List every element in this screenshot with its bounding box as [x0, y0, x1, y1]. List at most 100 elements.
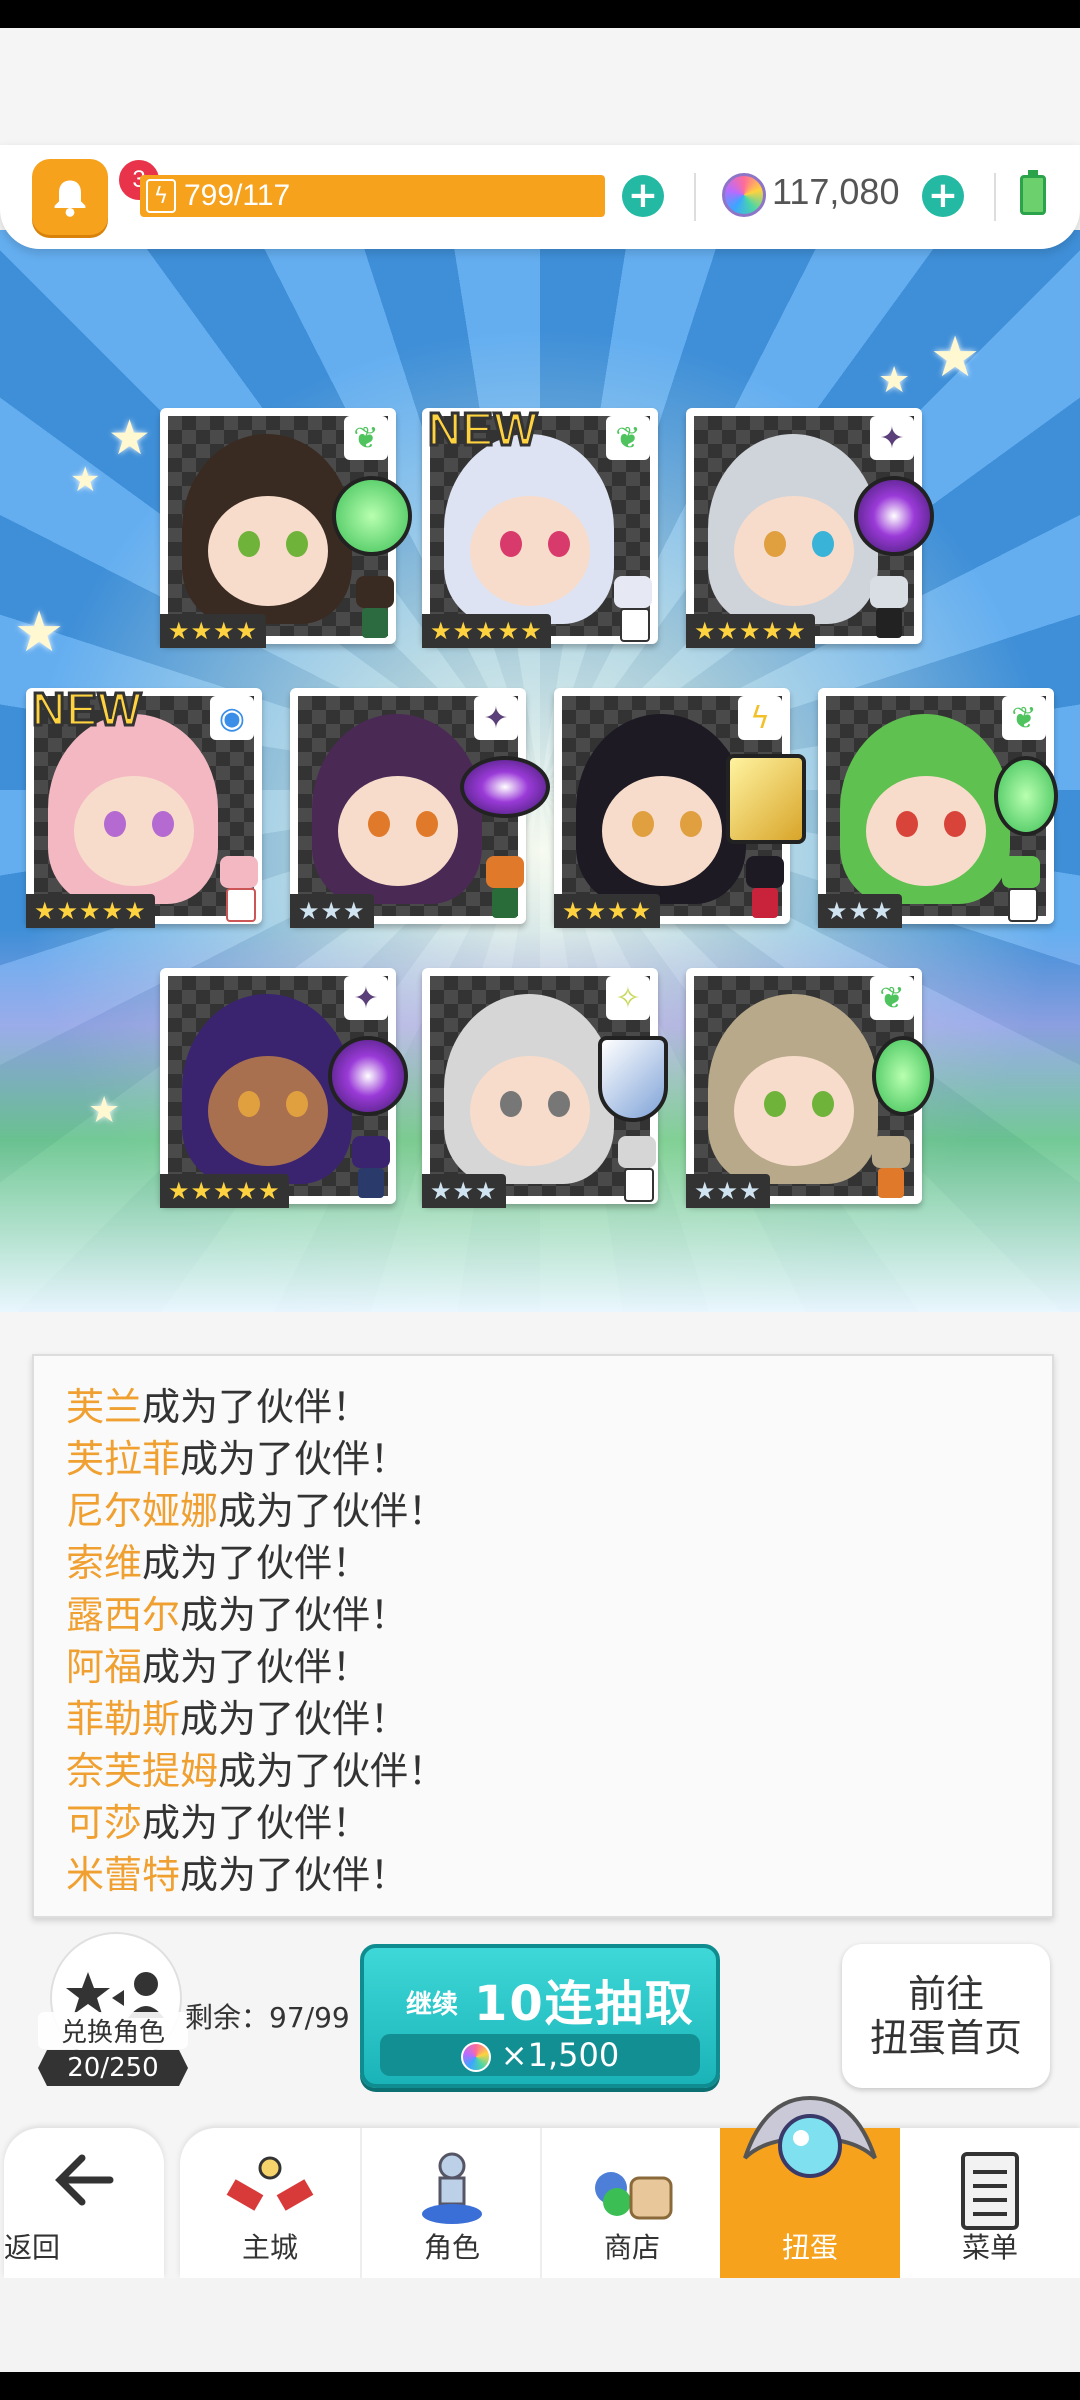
leaf-icon: ❦	[606, 416, 650, 460]
divider	[994, 173, 996, 221]
sparkle-star-icon: ★	[70, 460, 101, 500]
leaf-orb-icon	[872, 1036, 934, 1116]
bottom-nav: 返回 主城 角色 商店 扭蛋 菜单	[0, 2095, 1080, 2278]
dark-star-icon: ✦	[870, 416, 914, 460]
town-icon	[226, 2156, 314, 2211]
log-line: 露西尔成为了伙伴！	[66, 1593, 409, 1637]
nav-label: 菜单	[961, 2231, 1018, 2264]
leaf-icon: ❦	[1002, 696, 1046, 740]
sparkle-star-icon: ★	[930, 325, 981, 390]
exchange-label: 兑换角色	[38, 2012, 188, 2049]
dark-star-icon: ✦	[474, 696, 518, 740]
continue-label: 继续	[406, 1990, 459, 2020]
gacha-home-line1: 前往	[907, 1972, 984, 2016]
shop-bag-icon	[595, 2172, 673, 2220]
add-gem-button[interactable]: +	[922, 175, 964, 217]
lightning-orb-icon	[726, 754, 806, 844]
rarity-stars: ★★★★★	[160, 1174, 289, 1208]
dark-orb-icon	[460, 756, 550, 818]
shield-icon	[598, 1036, 668, 1122]
rarity-stars: ★★★★★	[26, 894, 155, 928]
nav-item-characters[interactable]: 角色	[360, 2128, 542, 2278]
chibi-sprite	[214, 856, 264, 922]
new-badge: NEW	[426, 402, 539, 457]
character-card[interactable]: ✦ ★★★	[290, 688, 550, 928]
exchange-character-button[interactable]: 兑换角色 20/250	[38, 1932, 198, 2102]
log-line: 奈芙提姆成为了伙伴！	[66, 1749, 447, 1793]
divider	[694, 173, 696, 221]
log-line: 尼尔娅娜成为了伙伴！	[66, 1489, 447, 1533]
water-circle-icon: ◉	[210, 696, 254, 740]
chibi-sprite	[866, 1136, 916, 1202]
rarity-stars: ★★★	[686, 1174, 770, 1208]
gacha-home-line2: 扭蛋首页	[869, 2016, 1022, 2060]
gacha-home-button[interactable]: 前往 扭蛋首页	[842, 1944, 1050, 2088]
notification-button[interactable]: 3	[32, 157, 162, 235]
nav-label: 角色	[423, 2231, 480, 2264]
nav-item-shop[interactable]: 商店	[540, 2128, 722, 2278]
rarity-stars: ★★★★★	[422, 614, 551, 648]
log-line: 菲勒斯成为了伙伴！	[66, 1697, 409, 1741]
chibi-sprite	[864, 576, 914, 642]
back-label: 返回	[4, 2231, 61, 2264]
sparkle-star-icon: ★	[88, 1090, 121, 1131]
energy-text: 799/117	[184, 179, 291, 212]
chibi-sprite	[612, 1136, 662, 1202]
character-card[interactable]: ϟ ★★★★	[554, 688, 806, 928]
light-star-icon: ✧	[606, 976, 650, 1020]
nav-item-gacha[interactable]: 扭蛋	[720, 2095, 900, 2278]
rarity-stars: ★★★	[818, 894, 902, 928]
pull-10-label: 10连抽取	[474, 1976, 695, 2032]
character-card[interactable]: ✦ ★★★★★	[160, 968, 408, 1208]
nav-label: 商店	[603, 2231, 660, 2264]
menu-list-icon	[961, 2152, 1019, 2230]
log-line: 可莎成为了伙伴！	[66, 1801, 371, 1845]
chibi-sprite	[996, 856, 1046, 922]
rarity-stars: ★★★★	[160, 614, 267, 648]
lightning-icon: ϟ	[146, 179, 176, 213]
log-line: 阿福成为了伙伴！	[66, 1645, 371, 1689]
character-card[interactable]: NEW ◉ ★★★★★	[26, 682, 264, 928]
back-arrow-icon	[55, 2154, 114, 2206]
character-card[interactable]: ❦ ★★★★	[160, 408, 412, 648]
chibi-sprite	[480, 856, 530, 922]
character-statue-icon	[422, 2152, 482, 2224]
character-card[interactable]: ❦ ★★★	[686, 968, 934, 1208]
exchange-count: 20/250	[38, 2050, 188, 2086]
pull-10-button[interactable]: 继续 10连抽取 ×1,500	[360, 1944, 720, 2088]
character-card[interactable]: ✦ ★★★★★	[686, 408, 934, 648]
bottom-strip	[0, 2278, 1080, 2372]
nav-item-menu[interactable]: 菜单	[900, 2128, 1080, 2278]
add-energy-button[interactable]: +	[622, 175, 664, 217]
bell-icon	[54, 180, 86, 217]
character-card[interactable]: NEW ❦ ★★★★★	[422, 402, 658, 648]
sparkle-star-icon: ★	[108, 410, 152, 466]
log-line: 芙拉菲成为了伙伴！	[66, 1437, 409, 1481]
leaf-orb-icon	[332, 476, 412, 556]
status-bar	[0, 0, 1080, 28]
chibi-sprite	[350, 576, 400, 642]
leaf-icon: ❦	[870, 976, 914, 1020]
rarity-stars: ★★★	[422, 1174, 506, 1208]
chibi-sprite	[740, 856, 790, 922]
character-card[interactable]: ❦ ★★★	[818, 688, 1058, 928]
resource-bar: 3 ϟ 799/117 + 117,080 +	[0, 145, 1080, 249]
system-nav-bar	[0, 2372, 1080, 2400]
chibi-sprite	[346, 1136, 396, 1202]
recruit-log[interactable]: 芙兰成为了伙伴！ 芙拉菲成为了伙伴！ 尼尔娅娜成为了伙伴！ 索维成为了伙伴！ 露…	[32, 1354, 1054, 1918]
leaf-icon: ❦	[344, 416, 388, 460]
remaining-pulls: 剩余：97/99	[185, 2001, 350, 2034]
back-button[interactable]: 返回	[4, 2128, 164, 2278]
lightning-icon: ϟ	[738, 696, 782, 740]
chibi-sprite	[608, 576, 658, 642]
nav-label: 扭蛋	[781, 2231, 838, 2264]
nav-item-town[interactable]: 主城	[180, 2128, 360, 2278]
rarity-stars: ★★★★★	[686, 614, 815, 648]
log-line: 索维成为了伙伴！	[66, 1541, 371, 1585]
rarity-stars: ★★★★	[554, 894, 661, 928]
dark-orb-icon	[854, 476, 934, 556]
character-card[interactable]: ✧ ★★★	[422, 968, 668, 1208]
log-line: 芙兰成为了伙伴！	[66, 1385, 371, 1429]
log-line: 米蕾特成为了伙伴！	[66, 1853, 409, 1897]
new-badge: NEW	[30, 682, 143, 737]
